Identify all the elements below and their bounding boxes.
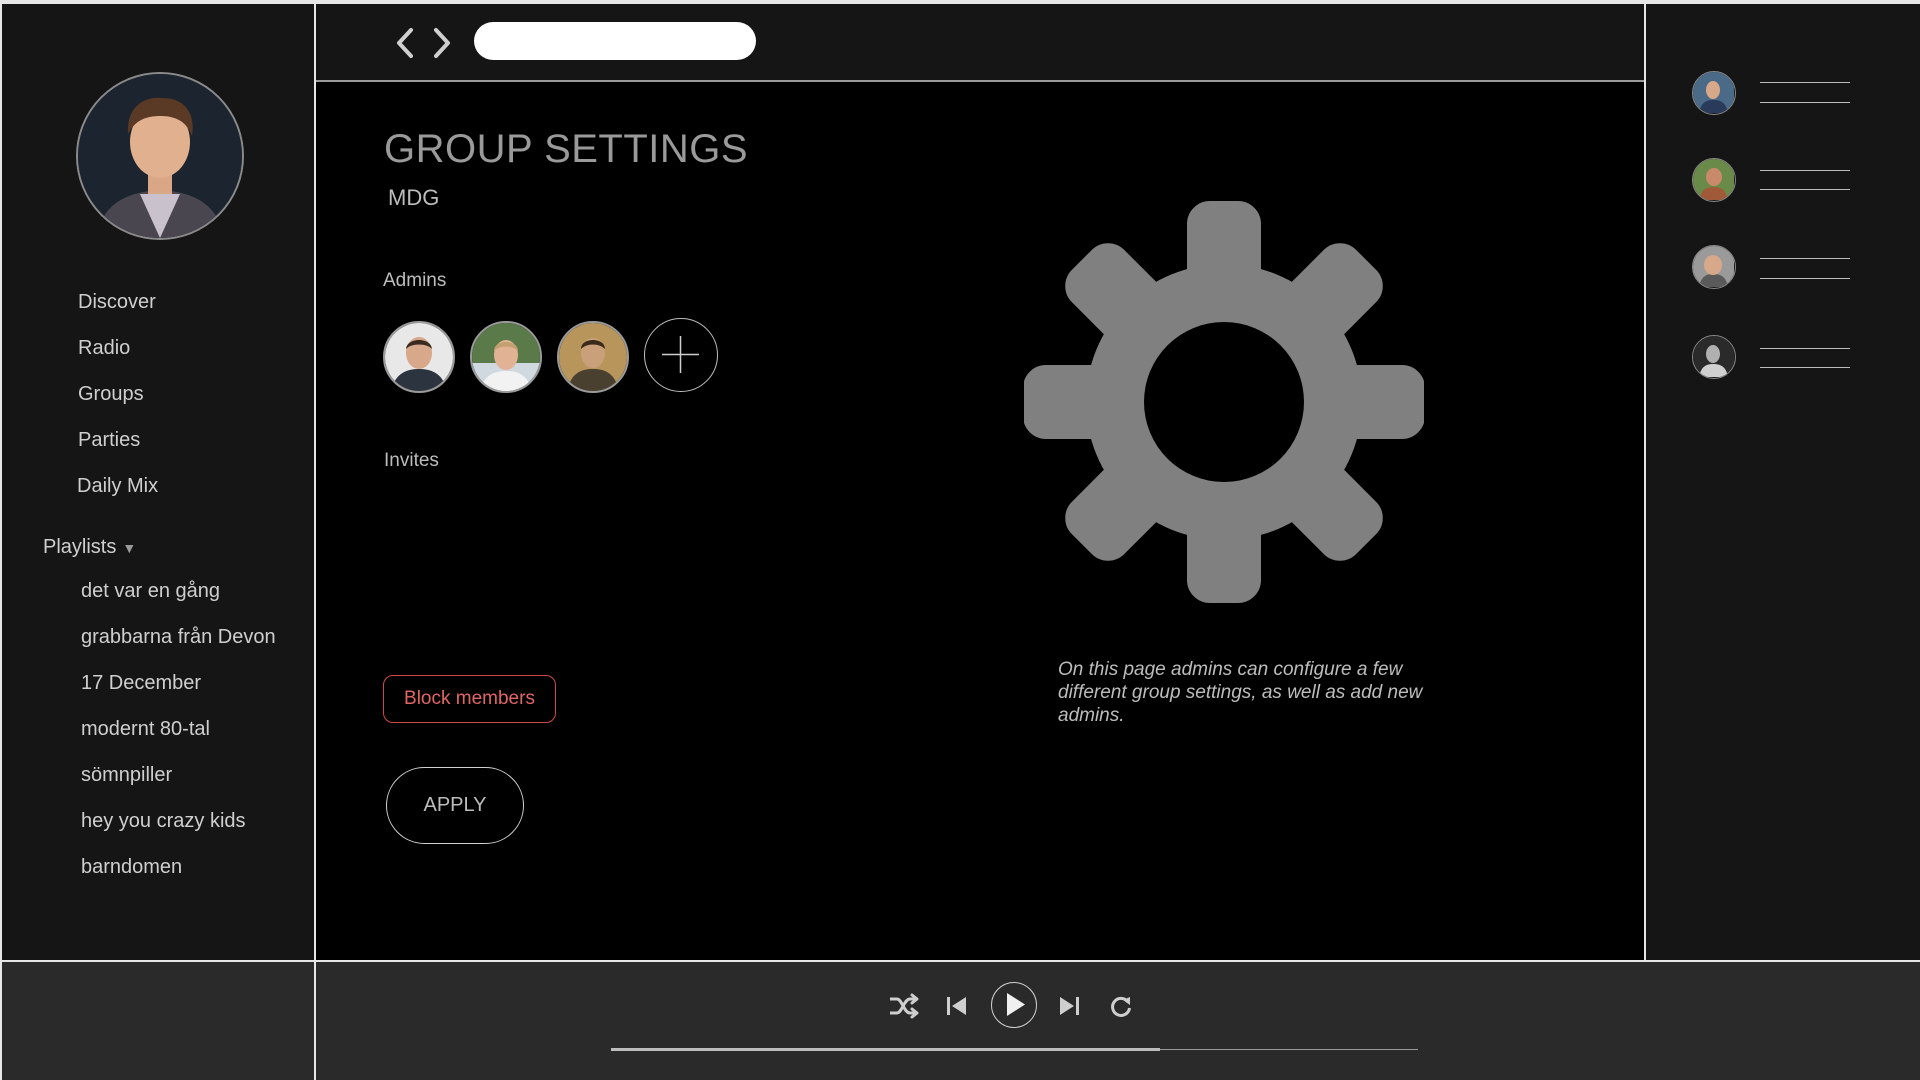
friend-placeholder-line bbox=[1760, 189, 1850, 190]
add-admin-button[interactable] bbox=[644, 318, 718, 392]
forward-chevron-icon[interactable] bbox=[431, 26, 453, 60]
sidebar-item-daily-mix[interactable]: Daily Mix bbox=[77, 475, 158, 498]
page-title: GROUP SETTINGS bbox=[384, 127, 749, 171]
previous-icon[interactable] bbox=[945, 994, 969, 1018]
play-button[interactable] bbox=[991, 982, 1037, 1028]
sidebar-item-groups[interactable]: Groups bbox=[78, 383, 144, 406]
play-icon bbox=[1007, 993, 1025, 1016]
plus-icon bbox=[662, 336, 699, 373]
back-chevron-icon[interactable] bbox=[394, 26, 416, 60]
friend-placeholder-line bbox=[1760, 170, 1850, 171]
apply-button[interactable]: APPLY bbox=[386, 767, 524, 844]
friend-placeholder-line bbox=[1760, 348, 1850, 349]
playlist-item[interactable]: barndomen bbox=[81, 856, 182, 879]
friend-placeholder-line bbox=[1760, 367, 1850, 368]
info-text: On this page admins can configure a few … bbox=[1058, 659, 1423, 726]
friend-placeholder-line bbox=[1760, 82, 1850, 83]
search-input[interactable] bbox=[474, 22, 756, 60]
friend-avatar[interactable] bbox=[1692, 335, 1736, 379]
playlist-item[interactable]: hey you crazy kids bbox=[81, 810, 246, 833]
friend-placeholder-line bbox=[1760, 258, 1850, 259]
caret-down-icon: ▼ bbox=[122, 540, 137, 556]
player-bar bbox=[316, 960, 1920, 1080]
group-name: MDG bbox=[388, 185, 440, 210]
playlists-toggle[interactable]: Playlists ▼ bbox=[43, 536, 136, 559]
playlists-label: Playlists bbox=[43, 536, 117, 558]
admin-avatar[interactable] bbox=[383, 321, 455, 393]
friends-panel bbox=[1644, 0, 1920, 960]
friend-avatar[interactable] bbox=[1692, 71, 1736, 115]
sidebar-item-parties[interactable]: Parties bbox=[78, 429, 140, 452]
sidebar-item-radio[interactable]: Radio bbox=[78, 337, 130, 360]
block-members-button[interactable]: Block members bbox=[383, 675, 556, 723]
gear-icon bbox=[1023, 200, 1425, 604]
invites-label: Invites bbox=[384, 450, 439, 471]
friend-placeholder-line bbox=[1760, 102, 1850, 103]
playlist-item[interactable]: det var en gång bbox=[81, 580, 220, 603]
repeat-icon[interactable] bbox=[1109, 994, 1133, 1018]
sidebar-item-discover[interactable]: Discover bbox=[78, 291, 156, 314]
next-icon[interactable] bbox=[1057, 994, 1081, 1018]
admin-avatar[interactable] bbox=[470, 321, 542, 393]
admins-label: Admins bbox=[383, 270, 447, 291]
playlist-item[interactable]: sömnpiller bbox=[81, 764, 172, 787]
friend-avatar[interactable] bbox=[1692, 245, 1736, 289]
friend-placeholder-line bbox=[1760, 278, 1850, 279]
playlist-item[interactable]: modernt 80-tal bbox=[81, 718, 210, 741]
admin-avatar[interactable] bbox=[557, 321, 629, 393]
shuffle-icon[interactable] bbox=[888, 992, 920, 1020]
playlist-item[interactable]: 17 December bbox=[81, 672, 201, 695]
friend-avatar[interactable] bbox=[1692, 158, 1736, 202]
progress-fill[interactable] bbox=[611, 1048, 1160, 1051]
profile-avatar[interactable] bbox=[76, 72, 244, 240]
playlist-item[interactable]: grabbarna från Devon bbox=[81, 626, 276, 649]
player-left-area bbox=[0, 960, 316, 1080]
